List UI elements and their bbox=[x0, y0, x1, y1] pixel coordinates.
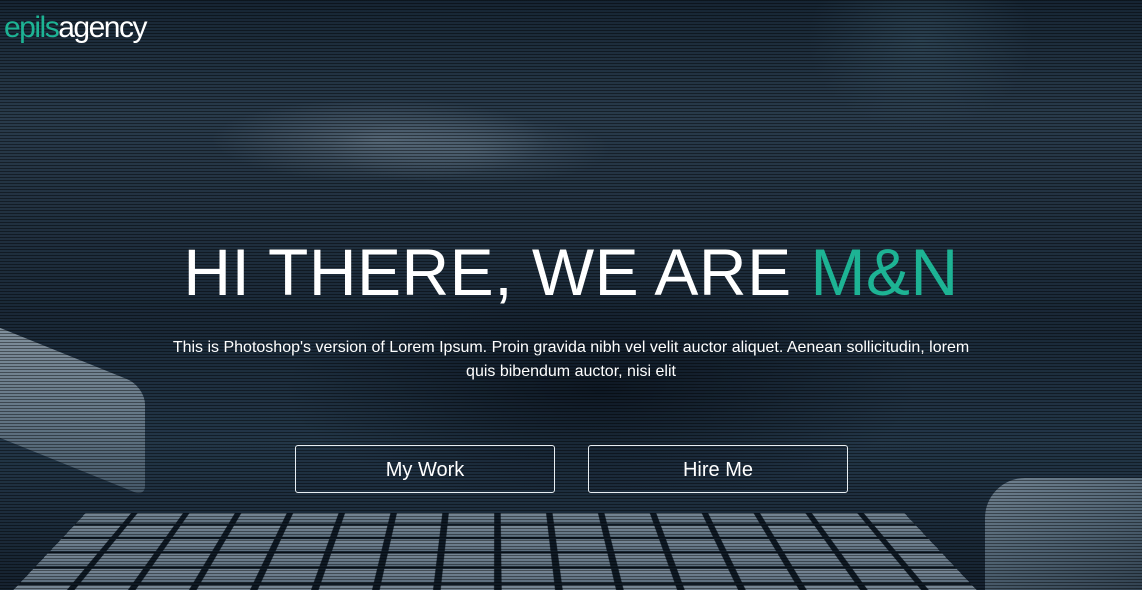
headline-accent: M&N bbox=[810, 235, 958, 309]
my-work-button[interactable]: My Work bbox=[295, 445, 555, 493]
hero-section: epilsagency HI THERE, WE ARE M&N This is… bbox=[0, 0, 1142, 590]
headline-main: HI THERE, WE ARE bbox=[183, 235, 810, 309]
hire-me-button[interactable]: Hire Me bbox=[588, 445, 848, 493]
logo-text-accent: epils bbox=[4, 11, 58, 44]
logo-link[interactable]: epilsagency bbox=[4, 8, 146, 48]
hero-headline: HI THERE, WE ARE M&N bbox=[0, 232, 1142, 312]
hero-subtitle: This is Photoshop's version of Lorem Ips… bbox=[171, 336, 971, 384]
logo-text: agency bbox=[58, 11, 146, 44]
